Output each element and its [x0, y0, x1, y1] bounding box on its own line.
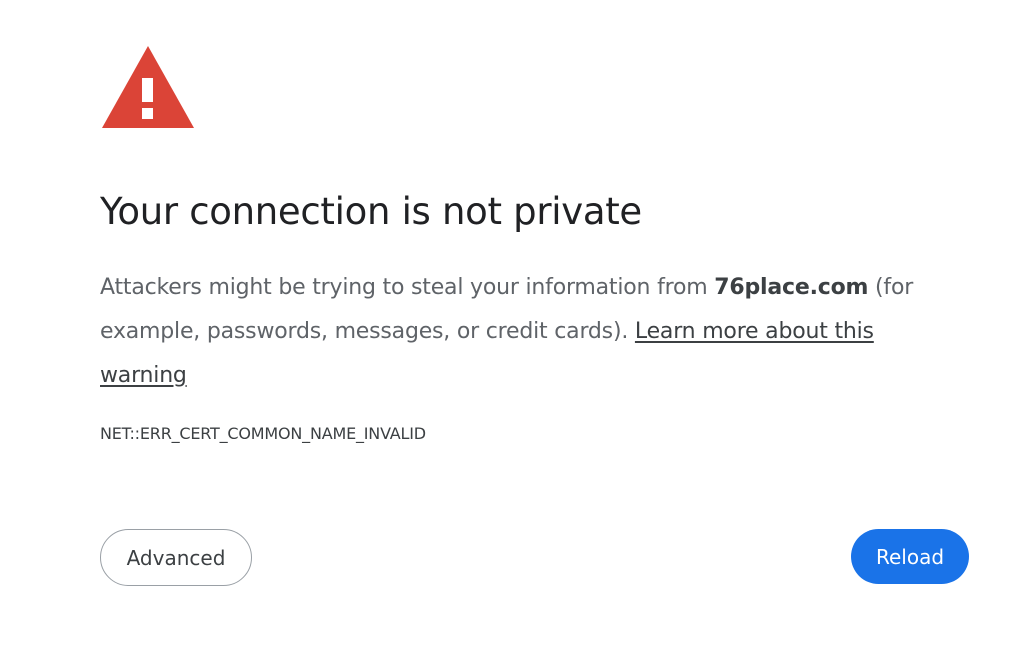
reload-button[interactable]: Reload [851, 529, 969, 584]
warning-triangle-icon [102, 46, 194, 128]
error-code: NET::ERR_CERT_COMMON_NAME_INVALID [100, 424, 426, 443]
warning-message: Attackers might be trying to steal your … [100, 266, 940, 398]
message-prefix: Attackers might be trying to steal your … [100, 275, 715, 300]
page-title: Your connection is not private [100, 190, 642, 233]
advanced-button[interactable]: Advanced [100, 529, 252, 586]
site-domain: 76place.com [714, 275, 869, 300]
